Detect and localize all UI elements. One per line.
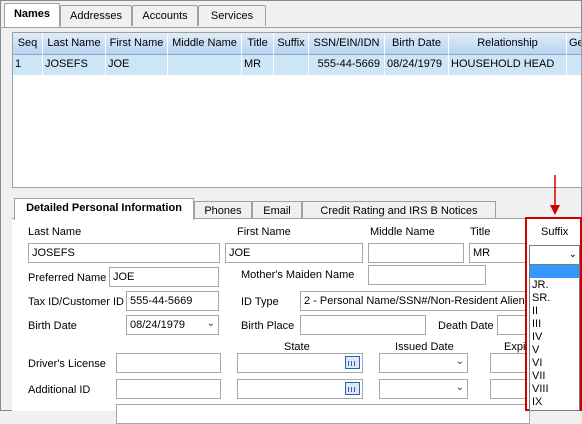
- mothers-maiden-name-field[interactable]: [368, 265, 486, 285]
- dl-issued-date-picker[interactable]: ⌄: [379, 353, 468, 373]
- col-header-title[interactable]: Title: [242, 33, 274, 55]
- label-state: State: [284, 341, 310, 353]
- label-death-date: Death Date: [438, 320, 494, 332]
- cell-middle-name[interactable]: [168, 55, 242, 75]
- suffix-option[interactable]: IX: [532, 396, 542, 408]
- addl-expiry-field[interactable]: [490, 379, 530, 399]
- annotation-arrow-icon: [550, 175, 560, 218]
- col-header-relationship[interactable]: Relationship: [449, 33, 567, 55]
- col-header-middle-name[interactable]: Middle Name: [168, 33, 242, 55]
- cell-seq[interactable]: 1: [13, 55, 43, 75]
- dl-expiry-field[interactable]: [490, 353, 530, 373]
- names-grid[interactable]: Seq Last Name First Name Middle Name Tit…: [12, 32, 582, 188]
- calendar-icon[interactable]: [345, 382, 360, 395]
- suffix-option[interactable]: VI: [532, 357, 542, 369]
- suffix-options-list[interactable]: JR. SR. II III IV V VI VII VIII IX: [529, 264, 580, 411]
- first-name-field[interactable]: JOE: [225, 243, 363, 263]
- label-first-name: First Name: [237, 226, 291, 238]
- suffix-option[interactable]: VIII: [532, 383, 549, 395]
- title-select[interactable]: MR: [469, 243, 529, 263]
- id-type-value: 2 - Personal Name/SSN#/Non-Resident Alie…: [304, 295, 525, 307]
- col-header-suffix[interactable]: Suffix: [274, 33, 309, 55]
- col-header-gender[interactable]: Ge: [567, 33, 581, 55]
- col-header-last-name[interactable]: Last Name: [43, 33, 106, 55]
- suffix-option[interactable]: IV: [532, 331, 542, 343]
- label-last-name: Last Name: [28, 226, 82, 238]
- label-expiry: Expi: [504, 341, 526, 353]
- suffix-option[interactable]: VII: [532, 370, 545, 382]
- tab-email[interactable]: Email: [252, 201, 302, 219]
- calendar-icon[interactable]: [345, 356, 360, 369]
- suffix-option[interactable]: II: [532, 305, 538, 317]
- preferred-name-field[interactable]: JOE: [109, 267, 219, 287]
- tab-accounts[interactable]: Accounts: [132, 5, 198, 26]
- tab-divider: [0, 27, 582, 28]
- label-tax-id: Tax ID/Customer ID: [28, 296, 124, 308]
- cell-relationship[interactable]: HOUSEHOLD HEAD: [449, 55, 567, 75]
- middle-name-field[interactable]: [368, 243, 464, 263]
- tab-phones[interactable]: Phones: [194, 201, 252, 219]
- suffix-option-blank[interactable]: [530, 265, 579, 278]
- label-id-type: ID Type: [241, 296, 279, 308]
- cell-suffix[interactable]: [274, 55, 309, 75]
- label-drivers-license: Driver's License: [28, 358, 106, 370]
- last-name-field[interactable]: JOSEFS: [28, 243, 220, 263]
- label-birth-date: Birth Date: [28, 320, 77, 332]
- id-type-select[interactable]: 2 - Personal Name/SSN#/Non-Resident Alie…: [300, 291, 530, 311]
- cell-first-name[interactable]: JOE: [106, 55, 168, 75]
- tab-detailed-personal-info[interactable]: Detailed Personal Information: [14, 198, 194, 220]
- label-middle-name: Middle Name: [370, 226, 435, 238]
- col-header-seq[interactable]: Seq: [13, 33, 43, 55]
- additional-id-field[interactable]: [116, 379, 221, 399]
- title-value: MR: [473, 247, 491, 259]
- birth-date-value: 08/24/1979: [130, 319, 186, 331]
- cell-last-name[interactable]: JOSEFS: [43, 55, 106, 75]
- label-issued-date: Issued Date: [395, 341, 454, 353]
- suffix-select[interactable]: ⌄: [529, 245, 580, 265]
- label-birth-place: Birth Place: [241, 320, 295, 332]
- col-header-birth-date[interactable]: Birth Date: [385, 33, 449, 55]
- cell-title[interactable]: MR: [242, 55, 274, 75]
- dl-state-field[interactable]: [237, 353, 363, 373]
- suffix-option[interactable]: III: [532, 318, 541, 330]
- cell-ssn[interactable]: 555-44-5669: [309, 55, 385, 75]
- col-header-first-name[interactable]: First Name: [106, 33, 168, 55]
- tab-addresses[interactable]: Addresses: [60, 5, 132, 26]
- tab-names[interactable]: Names: [4, 3, 60, 27]
- label-additional-id: Additional ID: [28, 384, 91, 396]
- cell-birth-date[interactable]: 08/24/1979: [385, 55, 449, 75]
- chevron-down-icon: ⌄: [455, 356, 464, 367]
- suffix-option[interactable]: SR.: [532, 292, 550, 304]
- tax-id-field[interactable]: 555-44-5669: [126, 291, 219, 311]
- addl-state-field[interactable]: [237, 379, 363, 399]
- label-suffix: Suffix: [541, 226, 569, 238]
- drivers-license-field[interactable]: [116, 353, 221, 373]
- chevron-down-icon: ⌄: [455, 382, 464, 393]
- chevron-down-icon: ⌄: [206, 318, 215, 329]
- next-row-field[interactable]: [116, 404, 530, 424]
- chevron-down-icon: ⌄: [568, 249, 577, 260]
- label-preferred-name: Preferred Name: [28, 272, 107, 284]
- suffix-option[interactable]: V: [532, 344, 539, 356]
- col-header-ssn[interactable]: SSN/EIN/IDN: [309, 33, 385, 55]
- birth-date-picker[interactable]: 08/24/1979 ⌄: [126, 315, 219, 335]
- suffix-option[interactable]: JR.: [532, 279, 549, 291]
- tab-credit-rating[interactable]: Credit Rating and IRS B Notices: [302, 201, 496, 219]
- tab-services[interactable]: Services: [198, 5, 266, 26]
- cell-gender[interactable]: [567, 55, 581, 75]
- addl-issued-date-picker[interactable]: ⌄: [379, 379, 468, 399]
- birth-place-field[interactable]: [300, 315, 426, 335]
- label-title: Title: [470, 226, 491, 238]
- label-mothers-maiden-name: Mother's Maiden Name: [241, 269, 355, 281]
